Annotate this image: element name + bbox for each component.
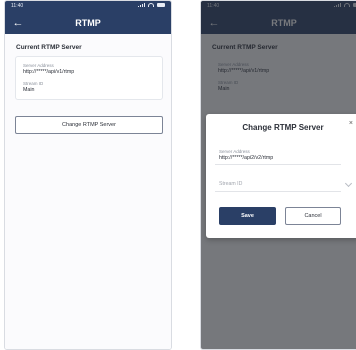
dialog-server-address-input[interactable]: http://*****/api2/v2/rtmp — [219, 155, 273, 161]
server-address-value: http://*****/api/v1/rtmp — [23, 69, 75, 75]
stream-id-value: Main — [23, 87, 35, 93]
server-address-label: Server Address — [23, 63, 54, 68]
status-time: 11:40 — [11, 3, 24, 9]
signal-icon — [138, 3, 145, 7]
stream-id-select[interactable]: Stream ID — [219, 181, 242, 187]
stream-id-underline — [215, 191, 341, 192]
status-icons — [138, 3, 165, 7]
app-bar: 11:40 ← RTMP — [5, 1, 171, 34]
change-rtmp-server-button[interactable]: Change RTMP Server — [15, 116, 163, 134]
dialog-title: Change RTMP Server — [242, 123, 324, 132]
page-title: RTMP — [75, 18, 101, 28]
save-button[interactable]: Save — [219, 207, 276, 225]
section-title-current-server: Current RTMP Server — [16, 44, 82, 51]
phone-screen-rtmp: 11:40 ← RTMP Current RTMP Server Server … — [4, 0, 172, 350]
status-bar: 11:40 — [5, 1, 171, 11]
cancel-button[interactable]: Cancel — [285, 207, 341, 225]
wifi-icon — [148, 3, 154, 7]
phone-screen-rtmp-dialog: 11:40 ← RTMP Current RTMP Server Server … — [200, 0, 356, 350]
stream-id-label: Stream ID — [23, 81, 44, 86]
dialog-server-address-label: Server Address — [219, 149, 250, 154]
battery-icon — [157, 3, 165, 7]
close-icon[interactable]: × — [349, 120, 353, 127]
server-address-underline — [215, 164, 341, 165]
server-info-card: Server Address http://*****/api/v1/rtmp … — [15, 56, 163, 100]
